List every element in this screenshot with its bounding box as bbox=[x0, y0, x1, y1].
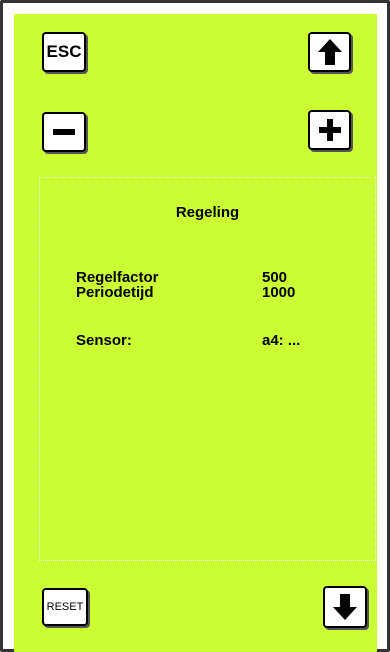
up-button[interactable] bbox=[308, 32, 351, 72]
down-button[interactable] bbox=[323, 586, 367, 628]
settings-panel: Regeling Regelfactor 500 Periodetijd 100… bbox=[39, 177, 376, 561]
arrow-down-icon bbox=[333, 594, 357, 620]
screen-panel: ESC Regeling Regelfactor 500 Periodetijd… bbox=[14, 14, 377, 652]
esc-button[interactable]: ESC bbox=[42, 32, 86, 72]
plus-icon bbox=[318, 119, 341, 141]
minus-icon bbox=[53, 129, 75, 135]
sensor-label: Sensor: bbox=[76, 332, 132, 349]
minus-button[interactable] bbox=[42, 112, 86, 152]
periodetijd-label: Periodetijd bbox=[76, 284, 154, 301]
sensor-value[interactable]: a4: ... bbox=[262, 332, 300, 349]
reset-button[interactable]: RESET bbox=[42, 588, 88, 626]
page-title: Regeling bbox=[175, 204, 240, 221]
periodetijd-value[interactable]: 1000 bbox=[262, 284, 295, 301]
arrow-up-icon bbox=[317, 39, 342, 65]
plus-button[interactable] bbox=[308, 110, 351, 150]
